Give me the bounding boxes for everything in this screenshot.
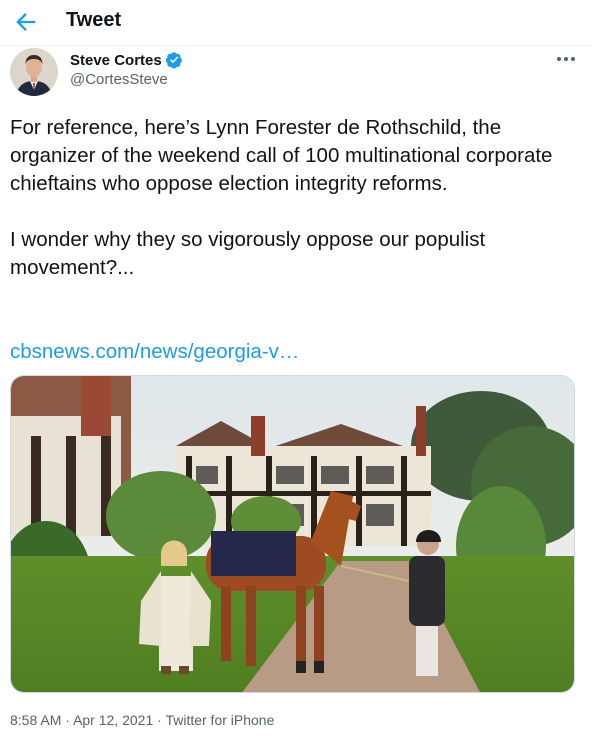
more-horizontal-icon[interactable]	[553, 50, 579, 68]
display-name[interactable]: Steve Cortes	[70, 52, 162, 69]
page-title: Tweet	[66, 9, 122, 31]
tweet-text: For reference, here’s Lynn Forester de R…	[10, 114, 580, 282]
tweet-author: Steve Cortes @CortesSteve	[0, 46, 592, 106]
verified-badge-icon	[165, 52, 182, 69]
name-line: Steve Cortes	[70, 51, 183, 69]
tweet-date[interactable]: Apr 12, 2021	[73, 712, 153, 728]
tweet-link[interactable]: cbsnews.com/news/georgia-v…	[10, 338, 299, 366]
tweet-metadata: 8:58 AM · Apr 12, 2021 · Twitter for iPh…	[10, 712, 274, 728]
user-handle[interactable]: @CortesSteve	[70, 71, 168, 88]
meta-separator: ·	[65, 712, 70, 728]
top-bar: Tweet	[0, 0, 592, 46]
tweet-media-image[interactable]	[10, 375, 575, 693]
tweet-paragraph: For reference, here’s Lynn Forester de R…	[10, 116, 553, 195]
tweet-paragraph: I wonder why they so vigorously oppose o…	[10, 228, 486, 279]
arrow-left-icon[interactable]	[12, 8, 40, 36]
meta-separator: ·	[157, 712, 162, 728]
avatar[interactable]	[10, 48, 58, 96]
tweet-time[interactable]: 8:58 AM	[10, 712, 61, 728]
tweet-source[interactable]: Twitter for iPhone	[165, 712, 274, 728]
